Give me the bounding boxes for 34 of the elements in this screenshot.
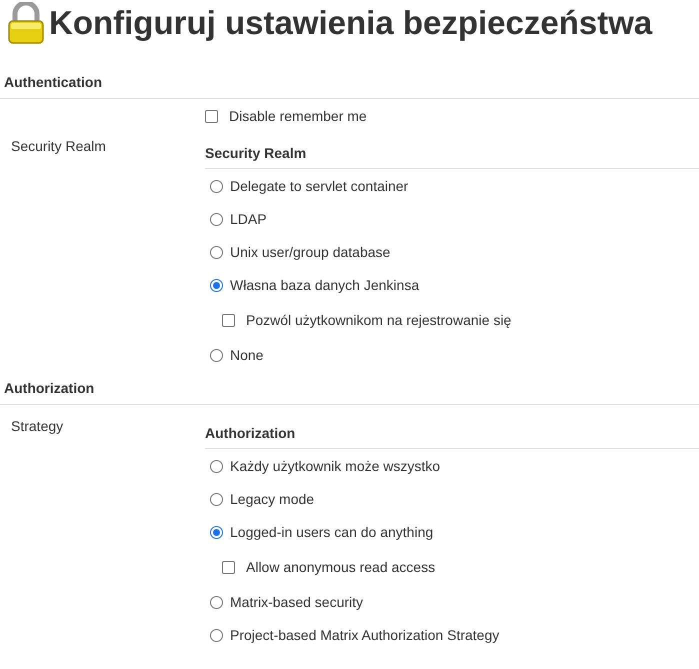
radio-button[interactable]	[210, 213, 223, 226]
radio-button[interactable]	[210, 596, 223, 609]
radio-button[interactable]	[210, 349, 223, 362]
radio-button[interactable]	[210, 180, 223, 193]
radio-button[interactable]	[210, 279, 223, 292]
radio-label: None	[230, 346, 264, 365]
radio-label: Delegate to servlet container	[230, 177, 408, 196]
group-heading: Authorization	[205, 423, 699, 449]
section-heading: Authentication	[0, 72, 699, 99]
radio-label: Logged-in users can do anything	[230, 523, 434, 542]
radio-label: Unix user/group database	[230, 243, 390, 262]
radio-label: Legacy mode	[230, 490, 314, 509]
checkbox-label: Pozwól użytkownikom na rejestrowanie się	[246, 311, 512, 330]
padlock-icon	[6, 2, 46, 44]
page-title: Konfiguruj ustawienia bezpieczeństwa	[49, 3, 652, 44]
radio-button[interactable]	[210, 493, 223, 506]
checkbox[interactable]	[222, 314, 235, 327]
field-label: Strategy	[11, 418, 64, 434]
checkbox-label: Allow anonymous read access	[246, 558, 436, 577]
radio-button[interactable]	[210, 629, 223, 642]
checkbox[interactable]	[222, 561, 235, 574]
radio-button[interactable]	[210, 460, 223, 473]
field-label: Security Realm	[11, 138, 106, 154]
checkbox[interactable]	[205, 110, 218, 123]
group-heading: Security Realm	[205, 143, 699, 169]
section-heading: Authorization	[0, 378, 699, 405]
radio-button[interactable]	[210, 246, 223, 259]
radio-button[interactable]	[210, 526, 223, 539]
radio-label: Matrix-based security	[230, 593, 364, 612]
checkbox-label: Disable remember me	[229, 107, 367, 126]
radio-label: LDAP	[230, 210, 267, 229]
radio-label: Każdy użytkownik może wszystko	[230, 457, 440, 476]
radio-label: Project-based Matrix Authorization Strategy	[230, 626, 500, 645]
radio-label: Własna baza danych Jenkinsa	[230, 276, 420, 295]
